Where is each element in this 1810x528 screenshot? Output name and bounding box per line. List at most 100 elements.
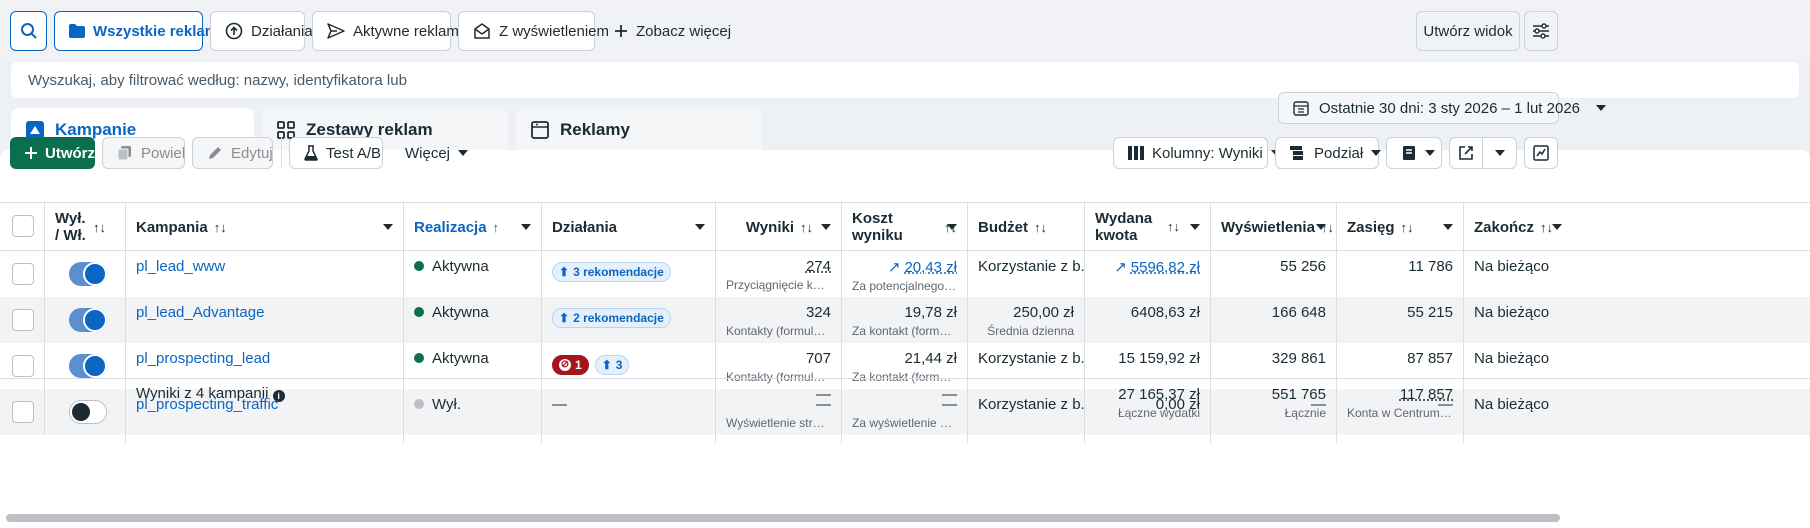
- breakdown-label: Podział: [1314, 144, 1364, 162]
- send-icon: [327, 23, 345, 39]
- actions-filter-button[interactable]: Działania: [210, 11, 313, 51]
- see-more-button[interactable]: Zobacz więcej: [600, 11, 732, 51]
- create-button[interactable]: Utwórz: [10, 137, 95, 169]
- view-settings-button[interactable]: [1524, 11, 1558, 51]
- delivery-cell: Aktywna: [404, 297, 542, 343]
- more-actions-button[interactable]: Więcej: [391, 137, 471, 169]
- search-button[interactable]: [10, 11, 47, 51]
- totals-cost: —: [942, 386, 957, 403]
- table-row[interactable]: pl_lead_Advantage Aktywna ⬆ 2 rekomendacj…: [0, 297, 1810, 343]
- toggle-knob: [83, 262, 107, 286]
- chevron-down-icon: [1494, 150, 1505, 156]
- active-ads-filter-button[interactable]: Aktywne reklamy: [312, 11, 466, 51]
- with-impressions-filter-button[interactable]: Z wyświetleniem: [458, 11, 609, 51]
- see-more-label: Zobacz więcej: [636, 22, 732, 40]
- column-header-budget[interactable]: Budżet ↑↓: [968, 203, 1085, 251]
- impressions-value: 329 861: [1271, 350, 1326, 367]
- reach-value: 55 215: [1407, 304, 1453, 321]
- impressions-value: 55 256: [1280, 258, 1326, 275]
- chevron-down-icon: [947, 224, 957, 230]
- columns-icon: [1128, 146, 1144, 160]
- campaign-toggle[interactable]: [69, 308, 107, 332]
- create-view-button[interactable]: Utwórz widok: [1416, 11, 1520, 51]
- table-row[interactable]: pl_lead_www Aktywna ⬆ 3 rekomendacje 274 P…: [0, 251, 1810, 297]
- column-spent-line2: kwota: [1095, 227, 1138, 244]
- cost-type: Za kontakt (formularz): [852, 324, 957, 338]
- sort-icon: ↑↓: [1167, 219, 1180, 234]
- all-ads-filter-button[interactable]: Wszystkie reklamy: [54, 11, 226, 51]
- results-value: 707: [805, 350, 831, 367]
- column-header-onoff[interactable]: Wył. / Wł. ↑↓: [45, 203, 126, 251]
- table-header: Wył. / Wł. ↑↓ Kampania ↑↓ Realizacja ↑ D…: [0, 202, 1810, 251]
- column-header-delivery[interactable]: Realizacja ↑: [404, 203, 542, 251]
- export-button[interactable]: [1449, 137, 1483, 169]
- scrollbar-thumb[interactable]: [6, 514, 1560, 522]
- campaign-name-link[interactable]: pl_prospecting_lead: [136, 350, 270, 367]
- column-header-cost[interactable]: Koszt wyniku ↑↓: [842, 203, 968, 251]
- horizontal-scrollbar[interactable]: [0, 513, 1810, 528]
- recommendations-label: 2 rekomendacje: [573, 311, 664, 325]
- recommendations-badge[interactable]: ⬆ 3: [594, 355, 630, 375]
- recommendations-badge[interactable]: ⬆ 2 rekomendacje: [552, 308, 671, 328]
- totals-spent-sub: Łączne wydatki: [1117, 406, 1200, 420]
- date-range-picker[interactable]: Ostatnie 30 dni: 3 sty 2026 – 1 lut 2026: [1278, 92, 1607, 124]
- column-header-spent[interactable]: Wydana kwota ↑↓: [1085, 203, 1211, 251]
- budget-cell: Korzystanie z b...: [968, 251, 1085, 297]
- reach-cell: 11 786: [1337, 251, 1464, 297]
- columns-dropdown[interactable]: Kolumny: Wyniki: [1113, 137, 1281, 169]
- with-impressions-label: Z wyświetleniem: [499, 22, 610, 40]
- cost-type: Za potencjalnego klie...: [852, 279, 957, 293]
- chevron-down-icon: [821, 224, 831, 230]
- charts-button[interactable]: [1524, 137, 1558, 169]
- budget-cell: 250,00 zł Średnia dzienna: [968, 297, 1085, 343]
- totals-ends-cell: [1464, 379, 1564, 443]
- tab-ads[interactable]: Reklamy: [516, 108, 762, 152]
- column-header-campaign[interactable]: Kampania ↑↓: [126, 203, 404, 251]
- cost-cell: 19,78 zł Za kontakt (formularz): [842, 297, 968, 343]
- chevron-down-icon: [458, 150, 469, 156]
- reports-dropdown[interactable]: [1386, 137, 1442, 169]
- recommendation-icon: ⬆: [559, 265, 570, 279]
- recommendations-badge[interactable]: ⬆ 3 rekomendacje: [552, 262, 671, 282]
- reports-icon: [1403, 146, 1415, 160]
- plus-icon: [25, 147, 37, 159]
- spent-cell: ↗ 5596,82 zł: [1085, 251, 1211, 297]
- column-header-results[interactable]: Wyniki ↑↓: [716, 203, 842, 251]
- column-header-reach[interactable]: Zasięg ↑↓: [1337, 203, 1464, 251]
- error-badge[interactable]: ⊘ 1: [552, 355, 589, 375]
- select-all-checkbox[interactable]: [12, 215, 34, 237]
- select-all-column: [0, 203, 45, 251]
- duplicate-button[interactable]: Powiel: [102, 137, 185, 169]
- column-header-ends[interactable]: Zakończ ↑↓: [1464, 203, 1564, 251]
- status-label: Aktywna: [432, 258, 489, 275]
- row-checkbox[interactable]: [12, 263, 34, 285]
- search-placeholder: Wyszukaj, aby filtrować według: nazwy, i…: [28, 71, 407, 89]
- column-ends-label: Zakończ: [1474, 218, 1535, 236]
- sliders-icon: [1533, 23, 1549, 39]
- campaign-name-link[interactable]: pl_lead_Advantage: [136, 304, 264, 321]
- column-header-actions[interactable]: Działania: [542, 203, 716, 251]
- row-checkbox[interactable]: [12, 309, 34, 331]
- row-check-cell: [0, 297, 45, 343]
- cost-value: 19,78 zł: [904, 304, 957, 321]
- ab-test-button[interactable]: Test A/B: [289, 137, 383, 169]
- recommendations-count: 3: [615, 358, 623, 372]
- spent-value: 5596,82 zł: [1130, 259, 1200, 276]
- actions-icon: [225, 22, 243, 40]
- ab-test-label: Test A/B: [326, 144, 382, 162]
- status-label: Aktywna: [432, 304, 489, 321]
- totals-label-cell: Wyniki z 4 kampanii i: [126, 379, 404, 443]
- campaign-name-link[interactable]: pl_lead_www: [136, 258, 225, 275]
- column-header-impressions[interactable]: Wyświetlenia ↑↓: [1211, 203, 1337, 251]
- row-toggle-cell: [45, 251, 126, 297]
- edit-button[interactable]: Edytuj: [192, 137, 273, 169]
- budget-value: Korzystanie z b...: [978, 350, 1085, 367]
- row-checkbox[interactable]: [12, 355, 34, 377]
- export-options-dropdown[interactable]: [1482, 137, 1517, 169]
- chart-icon: [1533, 145, 1549, 161]
- totals-cost-cell: —: [842, 379, 968, 443]
- campaign-toggle[interactable]: [69, 354, 107, 378]
- create-view-label: Utwórz widok: [1423, 22, 1513, 40]
- campaign-toggle[interactable]: [69, 262, 107, 286]
- breakdown-dropdown[interactable]: Podział: [1275, 137, 1382, 169]
